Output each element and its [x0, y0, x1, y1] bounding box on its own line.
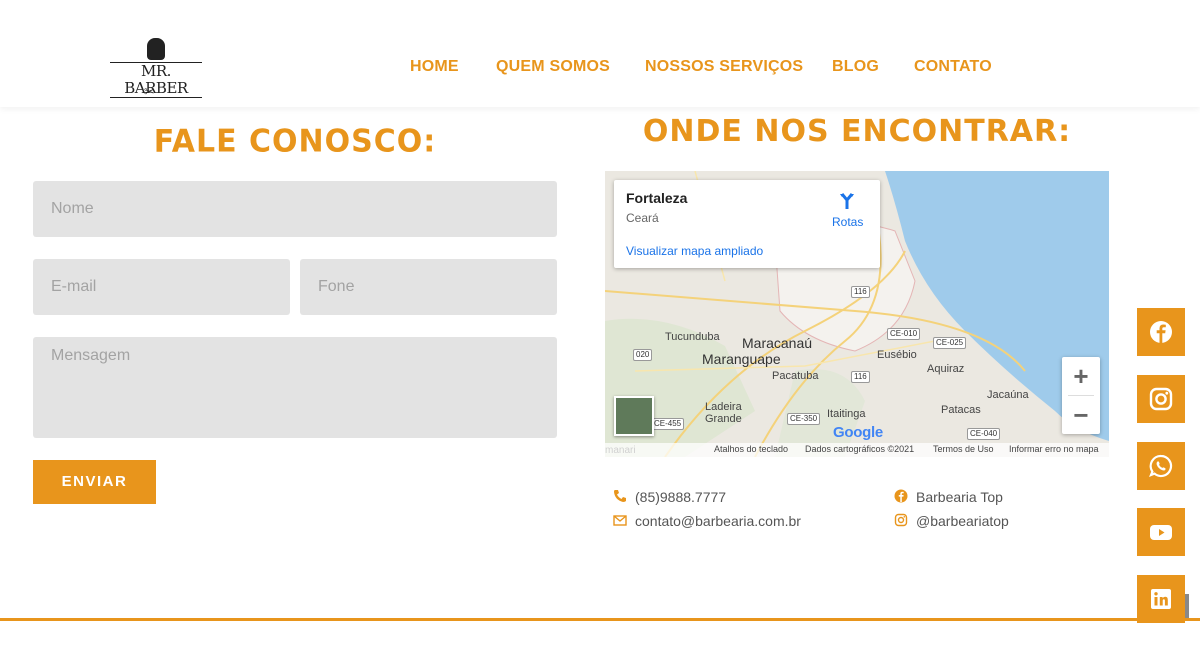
form-title: FALE CONOSCO:: [153, 123, 437, 160]
contact-phone: (85)9888.7777: [635, 489, 727, 505]
road-badge: CE-350: [787, 413, 821, 425]
email-field[interactable]: [33, 259, 290, 315]
map-label-maranguape: Maranguape: [702, 351, 781, 367]
place-city: Fortaleza: [626, 190, 688, 206]
nav-blog[interactable]: BLOG: [832, 58, 879, 76]
contact-facebook: Barbearia Top: [916, 489, 1003, 505]
map-label-patacas: Patacas: [941, 404, 981, 416]
map-label-tucunduba: Tucunduba: [665, 331, 720, 343]
place-card: Fortaleza Ceará Visualizar mapa ampliado…: [614, 180, 880, 268]
scissors-icon: ✂: [144, 84, 155, 99]
road-badge: CE-040: [967, 428, 1001, 440]
linkedin-icon: [1151, 589, 1171, 609]
road-badge: CE-455: [651, 418, 685, 430]
nav-contato[interactable]: CONTATO: [914, 58, 992, 76]
terms-link[interactable]: Termos de Uso: [933, 444, 994, 454]
map-label-jacauna: Jacaúna: [987, 389, 1029, 401]
facebook-social-button[interactable]: [1137, 308, 1185, 356]
phone-field[interactable]: [300, 259, 557, 315]
road-badge: 116: [851, 286, 870, 298]
envelope-icon: [613, 513, 627, 527]
name-field[interactable]: [33, 181, 557, 237]
youtube-social-button[interactable]: [1137, 508, 1185, 556]
road-badge: CE-010: [887, 328, 921, 340]
nav-nossos-servicos[interactable]: NOSSOS SERVIÇOS: [645, 58, 803, 76]
scrollbar-thumb[interactable]: [1185, 594, 1189, 620]
logo-text: MR. BARBER: [110, 62, 202, 98]
map-label-eusebio: Eusébio: [877, 349, 917, 361]
send-button[interactable]: ENVIAR: [33, 460, 156, 504]
map-footer: Atalhos do teclado Dados cartográficos ©…: [605, 443, 1109, 457]
message-field[interactable]: [33, 337, 557, 438]
directions-icon[interactable]: [838, 192, 856, 210]
keyboard-shortcuts-link[interactable]: Atalhos do teclado: [714, 444, 788, 454]
zoom-in-button[interactable]: +: [1062, 357, 1100, 395]
linkedin-social-button[interactable]: [1137, 575, 1185, 623]
road-badge: CE-025: [933, 337, 967, 349]
instagram-social-button[interactable]: [1137, 375, 1185, 423]
facebook-icon: [894, 489, 908, 503]
site-header: MR. BARBER ✂ HOME QUEM SOMOS NOSSOS SERV…: [0, 0, 1200, 107]
directions-label[interactable]: Rotas: [832, 215, 863, 229]
map-label-itaitinga: Itaitinga: [827, 408, 866, 420]
facebook-icon: [1150, 321, 1172, 343]
google-map[interactable]: Tucunduba Maracanaú Maranguape Pacatuba …: [605, 171, 1109, 457]
nav-home[interactable]: HOME: [410, 58, 459, 76]
satellite-toggle[interactable]: [614, 396, 654, 436]
whatsapp-icon: [1149, 454, 1173, 478]
youtube-icon: [1150, 525, 1172, 540]
road-badge: 116: [851, 371, 870, 383]
map-label-pacatuba: Pacatuba: [772, 370, 819, 382]
zoom-out-button[interactable]: −: [1062, 396, 1100, 434]
road-badge: 020: [633, 349, 653, 361]
instagram-icon: [1149, 387, 1173, 411]
footer-divider: [0, 618, 1200, 621]
google-logo: Google: [833, 424, 883, 441]
barber-silhouette-icon: [147, 38, 165, 60]
place-state: Ceará: [626, 211, 659, 225]
phone-icon: [613, 489, 627, 503]
whatsapp-social-button[interactable]: [1137, 442, 1185, 490]
zoom-controls: + −: [1062, 357, 1100, 434]
enlarge-map-link[interactable]: Visualizar mapa ampliado: [626, 244, 763, 258]
map-title: ONDE NOS ENCONTRAR:: [642, 114, 1072, 149]
map-data-credit: Dados cartográficos ©2021: [805, 444, 915, 454]
contact-instagram: @barbeariatop: [916, 513, 1009, 529]
instagram-icon: [894, 513, 908, 527]
map-label-maracanau: Maracanaú: [742, 335, 813, 351]
nav-quem-somos[interactable]: QUEM SOMOS: [496, 58, 610, 76]
contact-email: contato@barbearia.com.br: [635, 513, 801, 529]
report-error-link[interactable]: Informar erro no mapa: [1009, 444, 1099, 454]
map-label-ladeira-grande: Ladeira Grande: [705, 401, 742, 425]
map-label-aquiraz: Aquiraz: [927, 363, 965, 375]
logo[interactable]: MR. BARBER ✂: [110, 36, 202, 100]
